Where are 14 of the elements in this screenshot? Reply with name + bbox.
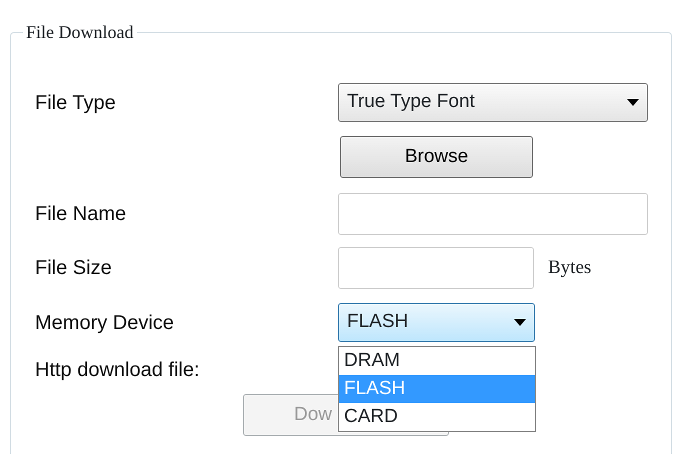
field-label: Memory Device — [35, 312, 174, 334]
dropdown-select[interactable]: FLASH — [338, 303, 535, 342]
dropdown-select[interactable]: True Type Font — [338, 83, 648, 122]
dropdown-option[interactable]: DRAM — [339, 347, 535, 375]
field-label: Http download file: — [35, 359, 200, 381]
unit-label: Bytes — [548, 256, 592, 280]
input-field[interactable] — [338, 247, 534, 289]
browse-button[interactable]: Browse — [340, 136, 533, 178]
caret-icon — [627, 99, 639, 106]
input-field[interactable] — [338, 193, 648, 235]
field-label: File Type — [35, 92, 116, 114]
field-label: File Name — [35, 203, 126, 225]
field-label: File Size — [35, 257, 112, 279]
caret-icon — [514, 319, 526, 326]
